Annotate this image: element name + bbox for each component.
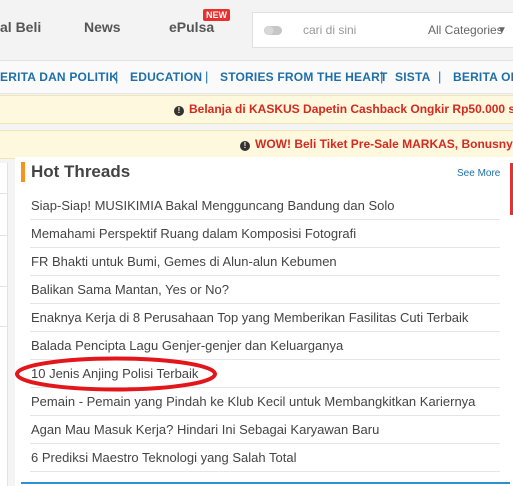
thread-item: Enaknya Kerja di 8 Perusahaan Top yang M… xyxy=(30,304,500,332)
promo-banner-cashback[interactable]: ! Belanja di KASKUS Dapetin Cashback Ongk… xyxy=(0,95,513,124)
section-bottom-border xyxy=(21,482,510,484)
thread-item: 10 Jenis Anjing Polisi Terbaik xyxy=(30,360,500,388)
thread-item: FR Bhakti untuk Bumi, Gemes di Alun-alun… xyxy=(30,248,500,276)
nav-jual-beli[interactable]: al Beli xyxy=(0,19,41,35)
info-icon: ! xyxy=(174,106,184,116)
thread-link[interactable]: Agan Mau Masuk Kerja? Hindari Ini Sebaga… xyxy=(31,422,379,437)
thread-item: Balada Pencipta Lagu Genjer-genjer dan K… xyxy=(30,332,500,360)
divider xyxy=(0,286,7,287)
top-navigation-bar: al Beli News ePulsa NEW All Categories ▼ xyxy=(0,0,513,61)
nav-news[interactable]: News xyxy=(84,19,121,35)
thread-link[interactable]: Siap-Siap! MUSIKIMIA Bakal Mengguncang B… xyxy=(31,198,395,213)
channel-separator: | xyxy=(438,69,442,84)
thread-link[interactable]: FR Bhakti untuk Bumi, Gemes di Alun-alun… xyxy=(31,254,337,269)
channel-bar: ERITA DAN POLITIK | EDUCATION | STORIES … xyxy=(0,61,513,94)
channel-separator: | xyxy=(380,69,384,84)
thread-item: 6 Prediksi Maestro Teknologi yang Salah … xyxy=(30,444,500,472)
divider xyxy=(0,193,7,194)
section-accent-bar xyxy=(21,162,25,182)
thread-link[interactable]: Balikan Sama Mantan, Yes or No? xyxy=(31,282,229,297)
chevron-down-icon[interactable]: ▼ xyxy=(497,25,507,36)
thread-link[interactable]: Enaknya Kerja di 8 Perusahaan Top yang M… xyxy=(31,310,468,325)
thread-link[interactable]: Balada Pencipta Lagu Genjer-genjer dan K… xyxy=(31,338,343,353)
search-bar: All Categories ▼ xyxy=(252,12,513,48)
promo-text: WOW! Beli Tiket Pre-Sale MARKAS, Bonusny… xyxy=(255,137,513,151)
divider xyxy=(0,326,7,327)
channel-education[interactable]: EDUCATION xyxy=(130,70,202,84)
new-badge: NEW xyxy=(203,9,230,21)
section-title: Hot Threads xyxy=(31,162,131,181)
left-sidebar-edge xyxy=(0,163,8,486)
thread-item: Memahami Perspektif Ruang dalam Komposis… xyxy=(30,220,500,248)
channel-separator: | xyxy=(205,69,209,84)
thread-item: Siap-Siap! MUSIKIMIA Bakal Mengguncang B… xyxy=(30,192,500,220)
channel-sista[interactable]: SISTA xyxy=(395,70,430,84)
channel-stories-from-the-heart[interactable]: STORIES FROM THE HEART xyxy=(220,70,388,84)
see-more-link[interactable]: See More xyxy=(457,168,500,179)
channel-berita-politik[interactable]: ERITA DAN POLITIK xyxy=(0,70,118,84)
thread-item: Balikan Sama Mantan, Yes or No? xyxy=(30,276,500,304)
divider xyxy=(0,235,7,236)
channel-berita-olahraga[interactable]: BERITA OL xyxy=(453,70,513,84)
category-select[interactable]: All Categories xyxy=(428,23,503,37)
thread-link[interactable]: Memahami Perspektif Ruang dalam Komposis… xyxy=(31,226,356,241)
nav-epulsa[interactable]: ePulsa xyxy=(169,19,214,35)
thread-link[interactable]: 10 Jenis Anjing Polisi Terbaik xyxy=(31,366,198,381)
channel-separator: | xyxy=(115,69,119,84)
thread-link[interactable]: Pemain - Pemain yang Pindah ke Klub Keci… xyxy=(31,394,475,409)
toggle-icon[interactable] xyxy=(263,24,283,37)
thread-item: Agan Mau Masuk Kerja? Hindari Ini Sebaga… xyxy=(30,416,500,444)
search-input[interactable] xyxy=(303,13,413,47)
info-icon: ! xyxy=(240,141,250,151)
hot-threads-panel: Hot Threads See More Siap-Siap! MUSIKIMI… xyxy=(15,157,510,486)
thread-link[interactable]: 6 Prediksi Maestro Teknologi yang Salah … xyxy=(31,450,296,465)
thread-item: Pemain - Pemain yang Pindah ke Klub Keci… xyxy=(30,388,500,416)
promo-text: Belanja di KASKUS Dapetin Cashback Ongki… xyxy=(189,102,513,116)
promo-banner-markas[interactable]: ! WOW! Beli Tiket Pre-Sale MARKAS, Bonusn… xyxy=(0,130,513,159)
